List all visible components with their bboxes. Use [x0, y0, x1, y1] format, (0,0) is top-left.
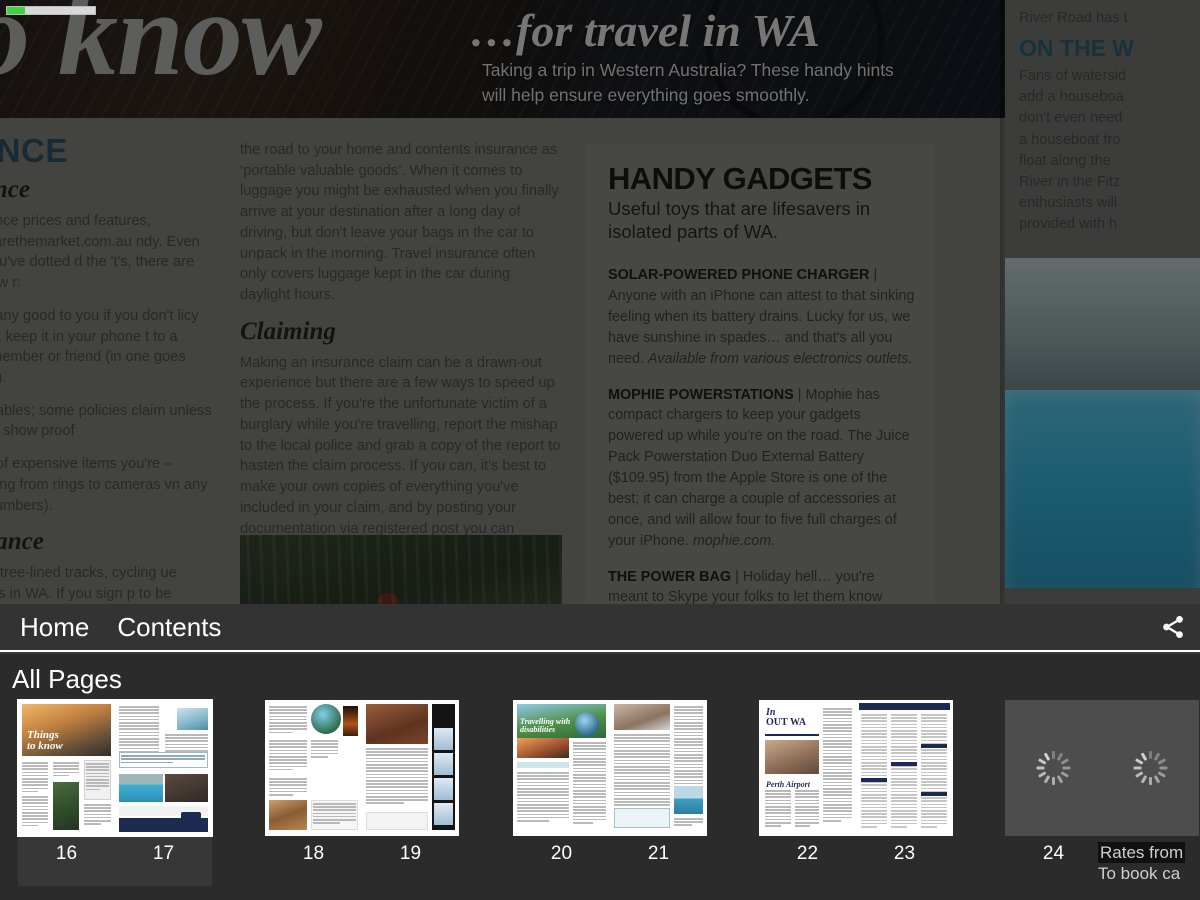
page-number-label: 19 [399, 843, 422, 864]
page-thumbnail-strip[interactable]: Things to know 16 17 18 19 Travelling with disa… [0, 699, 1200, 900]
page-thumbnail[interactable] [265, 700, 362, 836]
page-thumbnail[interactable] [1102, 700, 1199, 836]
spread-pages [1005, 700, 1199, 836]
page-number-label: 18 [302, 843, 325, 864]
page-thumbnail[interactable] [114, 699, 213, 837]
page-number-label: 24 [1042, 843, 1065, 864]
page-number-label: 21 [647, 843, 670, 864]
page-thumbnail[interactable]: In OUT WA Perth Airport [759, 700, 856, 836]
page-number-label: 23 [893, 843, 916, 864]
reader-app: o know …for travel in WA Taking a trip i… [0, 0, 1200, 900]
page-thumbnail[interactable] [856, 700, 953, 836]
spread-page-numbers: 18 19 [265, 844, 459, 863]
page-spread-thumbnail[interactable]: Travelling with disabilities 20 21 [513, 700, 707, 886]
page-number-label: 25 [1139, 843, 1162, 864]
spread-pages [265, 700, 459, 836]
page-spread-thumbnail[interactable]: 18 19 [265, 700, 459, 886]
spread-page-numbers: 16 17 [18, 844, 212, 863]
share-button[interactable] [1146, 603, 1200, 651]
page-thumbnail[interactable]: Travelling with disabilities [513, 700, 610, 836]
page-thumbnail[interactable]: Things to know [17, 699, 116, 837]
page-number-label: 22 [796, 843, 819, 864]
loading-progress-bar [6, 6, 96, 15]
spread-page-numbers: 22 23 [759, 844, 953, 863]
spread-page-numbers: 24 25 [1005, 844, 1199, 863]
page-thumbnail[interactable] [1005, 700, 1102, 836]
page-number-label: 16 [55, 843, 78, 864]
loading-spinner-icon [1133, 751, 1168, 785]
reader-toolbar: Home Contents [0, 604, 1200, 652]
all-pages-panel: All Pages Things to know 16 17 18 19 Travellin… [0, 654, 1200, 900]
page-spread-thumbnail[interactable]: In OUT WA Perth Airport 22 23 [759, 700, 953, 886]
loading-spinner-icon [1036, 751, 1071, 785]
page-number-label: 17 [152, 843, 175, 864]
all-pages-title: All Pages [12, 664, 122, 694]
page-thumbnail[interactable] [362, 700, 459, 836]
contents-button[interactable]: Contents [107, 614, 231, 640]
spread-pages: In OUT WA Perth Airport [759, 700, 953, 836]
page-thumbnail[interactable] [610, 700, 707, 836]
spread-page-numbers: 20 21 [513, 844, 707, 863]
page-number-label: 20 [550, 843, 573, 864]
loading-progress-fill [7, 7, 25, 14]
home-button[interactable]: Home [10, 614, 99, 640]
page-spread-thumbnail[interactable]: 24 25 [1005, 700, 1199, 886]
spread-pages: Things to know [17, 699, 213, 837]
share-icon [1163, 616, 1183, 638]
spread-pages: Travelling with disabilities [513, 700, 707, 836]
page-spread-thumbnail[interactable]: Things to know 16 17 [17, 699, 213, 886]
